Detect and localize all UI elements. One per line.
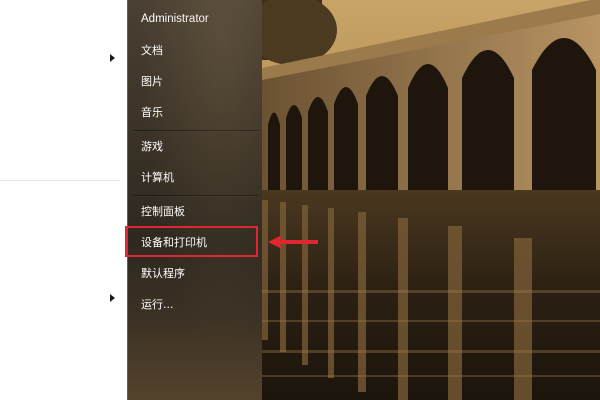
start-menu-programs-pane: [0, 0, 128, 400]
menu-item-documents[interactable]: 文档: [141, 44, 163, 58]
menu-item-control-panel[interactable]: 控制面板: [141, 205, 185, 219]
menu-item-run[interactable]: 运行...: [141, 298, 174, 312]
menu-item-pictures[interactable]: 图片: [141, 75, 163, 89]
divider: [134, 195, 258, 197]
submenu-arrow-icon[interactable]: [110, 294, 115, 302]
desktop-wallpaper: [262, 0, 600, 400]
divider: [134, 130, 258, 132]
menu-item-computer[interactable]: 计算机: [141, 171, 174, 185]
menu-item-music[interactable]: 音乐: [141, 106, 163, 120]
menu-item-user[interactable]: Administrator: [141, 12, 209, 26]
menu-item-games[interactable]: 游戏: [141, 140, 163, 154]
divider: [0, 180, 120, 181]
start-menu-places-pane: Administrator 文档 图片 音乐 游戏 计算机 控制面板 设备和打印…: [127, 0, 263, 400]
submenu-arrow-icon[interactable]: [110, 54, 115, 62]
highlight-box: [125, 226, 258, 257]
menu-item-default-programs[interactable]: 默认程序: [141, 267, 185, 281]
pointer-arrow-icon: [268, 235, 318, 249]
